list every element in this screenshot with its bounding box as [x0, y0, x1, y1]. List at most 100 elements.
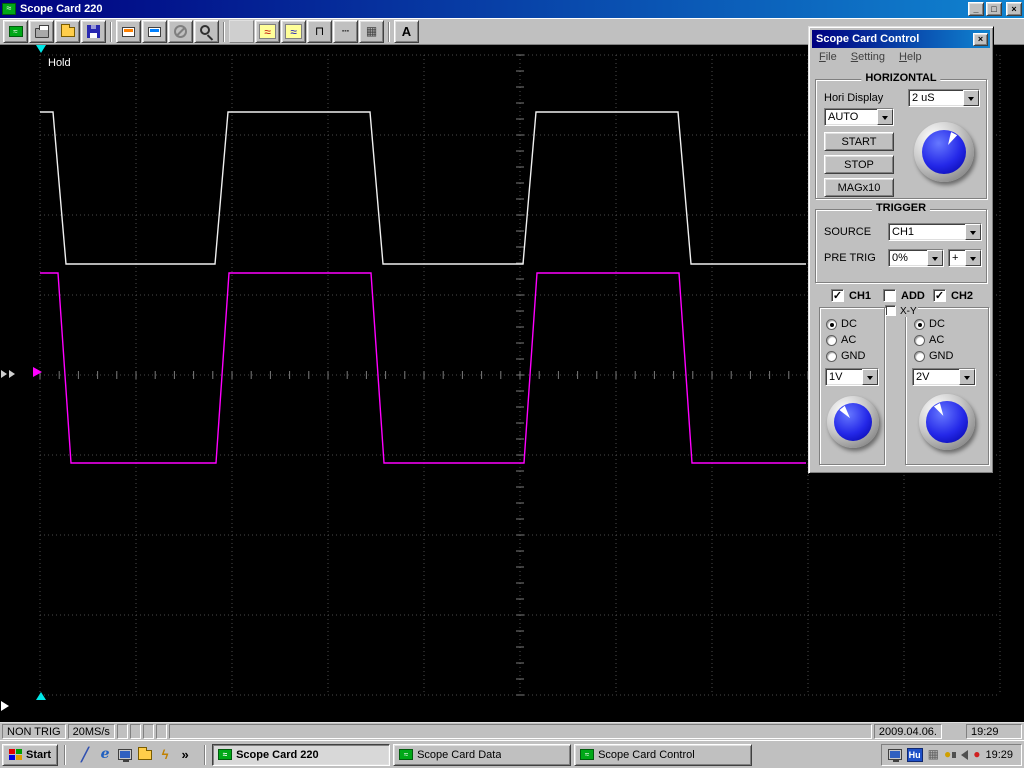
sine-wave-button[interactable]: ≈: [255, 20, 280, 43]
grid-x-button[interactable]: ▦: [359, 20, 384, 43]
wave-2-button[interactable]: ≈: [281, 20, 306, 43]
chevron-down-icon[interactable]: [877, 109, 893, 125]
square-wave-button[interactable]: ⊓: [307, 20, 332, 43]
close-button[interactable]: ×: [1006, 2, 1022, 16]
grid-icon: ▦: [365, 24, 378, 38]
tray-app-icon-1[interactable]: ▦: [928, 747, 939, 762]
trigger-time-marker-bottom[interactable]: [36, 692, 46, 700]
chevron-down-icon[interactable]: [862, 369, 878, 385]
ch2-ac-option[interactable]: AC: [914, 334, 944, 346]
maximize-button[interactable]: □: [986, 2, 1002, 16]
language-indicator[interactable]: Hu: [906, 747, 923, 762]
chevron-down-icon[interactable]: [965, 250, 981, 266]
pretrig-select[interactable]: 0%: [888, 249, 944, 267]
start-button[interactable]: START: [824, 132, 894, 151]
ch1-volts-select[interactable]: 1V: [825, 368, 879, 386]
ch1-dc-radio[interactable]: [826, 318, 837, 330]
ch2-gnd-radio[interactable]: [914, 350, 925, 362]
menu-setting[interactable]: Setting: [844, 49, 892, 65]
chevron-down-icon[interactable]: [959, 369, 975, 385]
zoom-button[interactable]: [194, 20, 219, 43]
timebase-select[interactable]: 2 uS: [908, 89, 980, 107]
quicklaunch-desktop[interactable]: [116, 746, 134, 764]
menu-file[interactable]: File: [812, 49, 844, 65]
toolbar-buttons: ≈ ≈ ⊓ ┄ ▦ A: [3, 20, 419, 43]
add-checkbox[interactable]: [883, 289, 896, 302]
quicklaunch-flash[interactable]: ϟ: [156, 746, 174, 764]
xy-checkbox[interactable]: [885, 305, 896, 316]
quicklaunch-more[interactable]: »: [176, 746, 194, 764]
ch2-volts-value: 2V: [916, 371, 930, 383]
display-mode-select[interactable]: AUTO: [824, 108, 894, 126]
ch2-dc-radio[interactable]: [914, 318, 925, 330]
ch2-level-marker[interactable]: [33, 367, 42, 377]
scroll-arrow-icon[interactable]: [1, 370, 7, 378]
open-folder-icon: [60, 23, 75, 37]
start-button[interactable]: Start: [2, 743, 59, 766]
scope-card-icon: [8, 26, 23, 37]
hori-display-label: Hori Display: [824, 92, 884, 104]
scope-card-a-button[interactable]: [116, 20, 141, 43]
ch2-gnd-option[interactable]: GND: [914, 350, 953, 362]
quicklaunch-folder[interactable]: [136, 746, 154, 764]
quicklaunch-pen[interactable]: ╱: [76, 746, 94, 764]
tray-display-icon[interactable]: [887, 749, 902, 762]
taskbar-button-scope-card-control[interactable]: Scope Card Control: [574, 743, 753, 766]
scroll-arrow-icon[interactable]: [1, 701, 9, 711]
main-titlebar[interactable]: Scope Card 220 _ □ ×: [0, 0, 1024, 18]
chevron-down-icon[interactable]: [927, 250, 943, 266]
menu-help[interactable]: Help: [892, 49, 929, 65]
status-spacer: [168, 724, 872, 739]
minimize-button[interactable]: _: [968, 2, 984, 16]
horizontal-position-knob[interactable]: [914, 122, 974, 182]
control-close-button[interactable]: ×: [973, 32, 988, 46]
ch1-ac-option[interactable]: AC: [826, 334, 856, 346]
scroll-arrow-icon[interactable]: [9, 370, 15, 378]
chevron-down-icon[interactable]: [963, 90, 979, 106]
ch1-ac-radio[interactable]: [826, 334, 837, 346]
window-title: Scope Card 220: [20, 3, 103, 15]
save-button[interactable]: [81, 20, 106, 43]
trigger-slope-select[interactable]: +: [948, 249, 982, 267]
ch2-position-knob[interactable]: [919, 394, 975, 450]
ch2-enable-checkbox[interactable]: [933, 289, 946, 302]
chevron-more-icon: »: [181, 747, 189, 762]
scope-device-button[interactable]: [3, 20, 28, 43]
knob-face: [921, 129, 967, 175]
print-button[interactable]: [29, 20, 54, 43]
ch2-volts-select[interactable]: 2V: [912, 368, 976, 386]
quicklaunch-ie[interactable]: e: [96, 746, 114, 764]
trigger-source-label: SOURCE: [824, 226, 872, 238]
ch1-gnd-radio[interactable]: [826, 350, 837, 362]
save-icon: [87, 25, 100, 38]
text-label-button[interactable]: A: [394, 20, 419, 43]
trigger-source-select[interactable]: CH1: [888, 223, 982, 241]
ch1-label: CH1: [849, 290, 872, 302]
tray-volume-icon[interactable]: [952, 749, 969, 760]
flash-icon: ϟ: [161, 747, 169, 762]
disable-button[interactable]: [168, 20, 193, 43]
ch1-position-knob[interactable]: [827, 396, 879, 448]
sample-rate: 20MS/s: [67, 724, 115, 739]
trigger-time-marker-top[interactable]: [36, 45, 46, 53]
ch1-enable-checkbox[interactable]: [831, 289, 844, 302]
dashed-line-button[interactable]: ┄: [333, 20, 358, 43]
ch2-ac-radio[interactable]: [914, 334, 925, 346]
blank-button[interactable]: [229, 20, 254, 43]
scope-card-b-button[interactable]: [142, 20, 167, 43]
ch2-dc-option[interactable]: DC: [914, 318, 945, 330]
tray-app-icon-3[interactable]: ●: [973, 747, 980, 762]
taskbar-button-scope-card-data[interactable]: Scope Card Data: [393, 743, 572, 766]
ch1-dc-option[interactable]: DC: [826, 318, 857, 330]
mag-x10-button[interactable]: MAGx10: [824, 178, 894, 197]
open-button[interactable]: [55, 20, 80, 43]
chevron-down-icon[interactable]: [965, 224, 981, 240]
tray-app-icon-2[interactable]: ●: [944, 747, 951, 762]
control-window[interactable]: Scope Card Control × File Setting Help H…: [808, 26, 994, 474]
trigger-source-value: CH1: [892, 226, 915, 238]
control-titlebar[interactable]: Scope Card Control ×: [812, 30, 990, 48]
ch1-gnd-option[interactable]: GND: [826, 350, 865, 362]
add-label: ADD: [901, 290, 925, 302]
taskbar-button-scope-card-220[interactable]: Scope Card 220: [212, 743, 391, 766]
stop-button[interactable]: STOP: [824, 155, 894, 174]
